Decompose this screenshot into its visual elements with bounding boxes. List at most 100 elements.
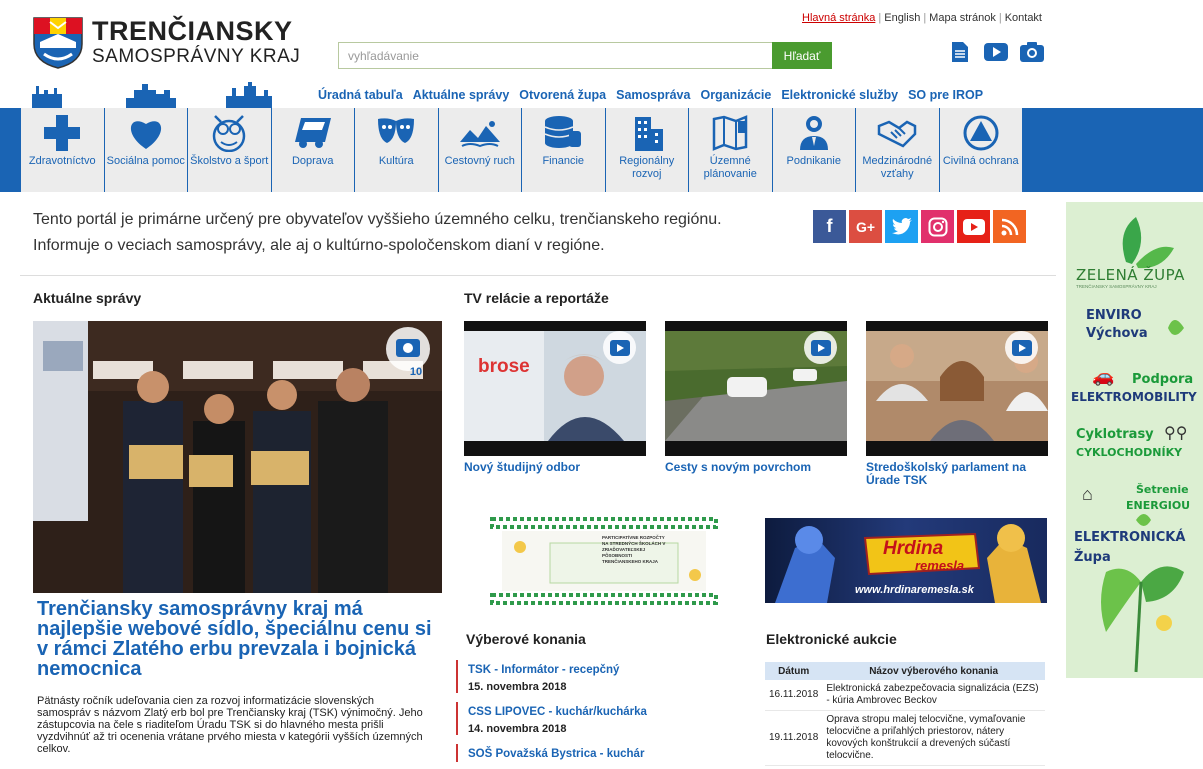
handshake-icon <box>877 114 917 152</box>
tv-item[interactable]: Cesty s novým povrchom <box>665 321 847 474</box>
news-heading: Aktuálne správy <box>33 290 142 306</box>
table-row[interactable]: 16.11.2018 Elektronická zabezpečovacia s… <box>765 680 1045 711</box>
auction-name: Oprava stropu malej telocvične, vymaľova… <box>822 710 1045 766</box>
zelena-zupa-banner[interactable]: ZELENÁ ŽUPA TRENČIANSKY SAMOSPRÁVNY KRAJ… <box>1066 202 1203 678</box>
health-cross-icon <box>42 114 82 152</box>
nav-elektronicke-sluzby[interactable]: Elektronické služby <box>781 88 898 102</box>
top-links: Hlavná stránka | English | Mapa stránok | Kont… <box>802 12 1042 24</box>
top-link-sitemap[interactable]: Mapa stránok <box>929 12 996 24</box>
top-link-home[interactable]: Hlavná stránka <box>802 12 875 24</box>
zelena-subtitle: TRENČIANSKY SAMOSPRÁVNY KRAJ <box>1076 284 1157 289</box>
landscape-icon <box>459 114 500 152</box>
news-photo[interactable]: 10 <box>33 321 442 593</box>
zelena-item: Výchova <box>1086 326 1148 341</box>
tv-heading: TV relácie a reportáže <box>464 290 609 306</box>
banner2-title: Hrdina <box>883 538 944 559</box>
zelena-item: Podpora <box>1132 372 1194 387</box>
table-row[interactable]: 19.11.2018 Oprava stropu malej telocvičn… <box>765 710 1045 766</box>
category-civilna-ochrana[interactable]: Civilná ochrana <box>939 108 1023 192</box>
vyberove-title[interactable]: CSS LIPOVEC - kuchár/kuchárka <box>468 706 647 718</box>
tv-item[interactable]: Stredoškolský parlament na Úrade TSK <box>866 321 1048 487</box>
award-photo <box>33 321 442 593</box>
nav-otvorena-zupa[interactable]: Otvorená župa <box>519 88 606 102</box>
category-label: Územné plánovanie <box>703 155 757 180</box>
section-divider <box>20 275 1056 276</box>
top-link-contact[interactable]: Kontakt <box>1005 12 1042 24</box>
play-icon <box>1005 331 1038 364</box>
auction-date: 16.11.2018 <box>765 680 823 711</box>
facebook-icon[interactable]: f <box>813 210 846 243</box>
logo-subtitle: SAMOSPRÁVNY KRAJ <box>92 46 301 67</box>
category-medzinarodne-vztahy[interactable]: Medzinárodné vzťahy <box>856 108 940 192</box>
nav-organizacie[interactable]: Organizácie <box>700 88 771 102</box>
category-label: Kultúra <box>378 155 414 167</box>
participative-budget-banner[interactable]: PARTICIPATÍVNE ROZPOČTY NA STREDNÝCH ŠKO… <box>490 517 718 605</box>
vyberove-title[interactable]: SOŠ Považská Bystrica - kuchár <box>468 748 644 760</box>
column-header-date: Dátum <box>765 662 823 680</box>
category-uzemne-planovanie[interactable]: Územné plánovanie <box>689 108 773 192</box>
search-input[interactable] <box>338 42 772 69</box>
main-navigation: Úradná tabuľa Aktuálne správy Otvorená ž… <box>318 88 993 102</box>
youtube-icon[interactable] <box>957 210 990 243</box>
banner2-url: www.hrdinaremesla.sk <box>855 584 974 596</box>
nav-so-pre-irop[interactable]: SO pre IROP <box>908 88 983 102</box>
category-kultura[interactable]: Kultúra <box>355 108 439 192</box>
site-logo[interactable]: TRENČIANSKY SAMOSPRÁVNY KRAJ <box>30 14 300 70</box>
banner1-text: PARTICIPATÍVNE ROZPOČTY NA STREDNÝCH ŠKO… <box>602 535 666 564</box>
logo-title: TRENČIANSKY <box>92 16 293 46</box>
tv-caption: Nový študijný odbor <box>464 460 581 474</box>
bus-icon <box>293 114 333 152</box>
zelena-item: CYKLOCHODNÍKY <box>1076 446 1183 459</box>
document-icon[interactable] <box>948 40 972 64</box>
category-regionalny-rozvoj[interactable]: Regionálny rozvoj <box>605 108 689 192</box>
nav-samosprava[interactable]: Samospráva <box>616 88 690 102</box>
aukcie-heading: Elektronické aukcie <box>766 631 897 647</box>
category-label: Školstvo a šport <box>190 155 269 167</box>
tv-caption: Stredoškolský parlament na Úrade TSK <box>866 460 1027 487</box>
zelena-item: Šetrenie <box>1136 483 1189 496</box>
coat-of-arms-icon <box>33 17 83 69</box>
banner2-subtitle: remesla <box>915 558 965 573</box>
zelena-item: ENERGIOU <box>1126 499 1191 512</box>
rss-icon[interactable] <box>993 210 1026 243</box>
heart-icon <box>126 114 166 152</box>
category-cestovny-ruch[interactable]: Cestovný ruch <box>438 108 522 192</box>
play-icon <box>603 331 636 364</box>
tv-thumb-sign: brose <box>478 356 530 377</box>
google-plus-icon[interactable]: G+ <box>849 210 882 243</box>
nav-uradna-tabula[interactable]: Úradná tabuľa <box>318 88 403 102</box>
category-zdravotnictvo[interactable]: Zdravotníctvo <box>21 108 105 192</box>
category-label: Cestovný ruch <box>444 155 515 167</box>
category-bar: Zdravotníctvo Sociálna pomoc Školstvo a … <box>0 108 1203 192</box>
category-label: Civilná ochrana <box>942 155 1019 167</box>
news-title[interactable]: Trenčiansky samosprávny kraj má najlepši… <box>37 599 447 679</box>
category-label: Regionálny rozvoj <box>619 155 675 180</box>
instagram-icon[interactable] <box>921 210 954 243</box>
intro-text: Tento portál je primárne určený pre obyv… <box>33 211 722 254</box>
social-links: f G+ <box>813 210 1026 243</box>
tv-thumbnail: brose <box>464 321 646 456</box>
tv-caption: Cesty s novým povrchom <box>665 460 812 474</box>
top-link-english[interactable]: English <box>884 12 920 24</box>
businessman-icon <box>794 114 834 152</box>
category-label: Doprava <box>291 155 334 167</box>
twitter-icon[interactable] <box>885 210 918 243</box>
castle-skyline-icon <box>32 82 272 108</box>
vyberove-title[interactable]: TSK - Informátor - recepčný <box>468 664 619 676</box>
category-financie[interactable]: Financie <box>522 108 606 192</box>
category-label: Sociálna pomoc <box>106 155 185 167</box>
nav-aktualne-spravy[interactable]: Aktuálne správy <box>413 88 510 102</box>
category-label: Podnikanie <box>786 155 841 167</box>
category-skolstvo[interactable]: Školstvo a šport <box>188 108 272 192</box>
vyberove-list: TSK - Informátor - recepčný 15. novembra… <box>456 660 736 769</box>
youtube-icon[interactable] <box>984 40 1008 64</box>
owl-icon <box>209 114 249 152</box>
camera-icon[interactable] <box>1020 40 1044 64</box>
list-item: CSS LIPOVEC - kuchár/kuchárka 14. novemb… <box>456 702 736 735</box>
category-doprava[interactable]: Doprava <box>271 108 355 192</box>
hrdina-remesla-banner[interactable]: Hrdina remesla www.hrdinaremesla.sk <box>765 518 1047 603</box>
search-button[interactable]: Hľadať <box>772 42 832 69</box>
category-podnikanie[interactable]: Podnikanie <box>772 108 856 192</box>
category-socialna-pomoc[interactable]: Sociálna pomoc <box>104 108 188 192</box>
tv-item[interactable]: brose Nový študijný odbor <box>464 321 646 474</box>
